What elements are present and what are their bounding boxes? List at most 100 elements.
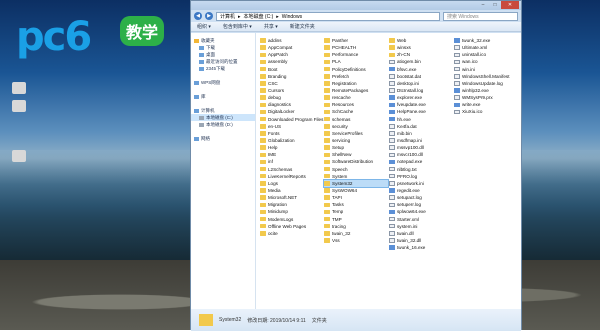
file-item[interactable]: SchCache (324, 108, 388, 115)
nav-item[interactable]: 本地磁盘 (D:) (191, 121, 255, 128)
file-item[interactable]: twain_32.dll (389, 237, 453, 244)
file-item[interactable]: msdfmap.ini (389, 137, 453, 144)
file-item[interactable]: Fonts (260, 130, 324, 137)
file-item[interactable]: uninstall.ico (454, 51, 518, 58)
forward-icon[interactable]: ▶ (205, 12, 213, 20)
nav-item[interactable]: 库 (191, 93, 255, 100)
file-item[interactable]: Downloaded Program Files (260, 116, 324, 123)
file-item[interactable]: twunk_16.exe (389, 244, 453, 251)
file-item[interactable]: security (324, 123, 388, 130)
address-bar[interactable]: 计算机 ▸ 本地磁盘 (C:) ▸ Windows (216, 11, 440, 21)
file-item[interactable]: Logs (260, 180, 324, 187)
file-item[interactable]: twain.dll (389, 230, 453, 237)
file-item[interactable]: en-US (260, 123, 324, 130)
file-item[interactable]: Microsoft.NET (260, 194, 324, 201)
file-item[interactable]: msvcr100.dll (389, 151, 453, 158)
file-item[interactable]: wan.ico (454, 58, 518, 65)
file-item[interactable]: servicing (324, 137, 388, 144)
file-item[interactable]: setupact.log (389, 194, 453, 201)
share-button[interactable]: 共享 ▾ (264, 23, 278, 30)
close-button[interactable]: ✕ (501, 1, 519, 9)
file-item[interactable]: AppPatch (260, 51, 324, 58)
desktop-icon-1[interactable] (4, 82, 34, 96)
file-item[interactable]: PFRO.log (389, 173, 453, 180)
nav-item[interactable]: 2345下载 (191, 65, 255, 72)
file-item[interactable]: Web (389, 37, 453, 44)
file-item[interactable]: Ultimate.xml (454, 44, 518, 51)
breadcrumb-windows[interactable]: Windows (282, 13, 302, 20)
nav-item[interactable]: 收藏夹 (191, 37, 255, 44)
file-item[interactable]: Cursors (260, 87, 324, 94)
back-icon[interactable]: ◀ (194, 12, 202, 20)
file-item[interactable]: ocite (260, 230, 324, 237)
file-item[interactable]: IME (260, 151, 324, 158)
file-item[interactable]: Setup (324, 144, 388, 151)
file-item[interactable]: Help (260, 144, 324, 151)
file-item[interactable]: atiogem.bin (389, 58, 453, 65)
file-item[interactable]: splwow64.exe (389, 208, 453, 215)
file-item[interactable]: Tasks (324, 201, 388, 208)
nav-item[interactable]: 本地磁盘 (C:) (191, 114, 255, 121)
nav-item[interactable]: 最近访问的位置 (191, 58, 255, 65)
file-item[interactable]: TMP (324, 216, 388, 223)
file-item[interactable]: AppCompat (260, 44, 324, 51)
file-item[interactable]: winsxs (389, 44, 453, 51)
file-item[interactable]: System32 (323, 178, 389, 188)
file-item[interactable]: WindowsUpdate.log (454, 80, 518, 87)
file-item[interactable]: XiuXiu.ico (454, 108, 518, 115)
file-item[interactable]: hh.exe (389, 116, 453, 123)
nav-item[interactable]: 桌面 (191, 51, 255, 58)
file-item[interactable]: Vss (324, 237, 388, 244)
file-item[interactable]: zh-CN (389, 51, 453, 58)
file-item[interactable]: Boot (260, 66, 324, 73)
file-item[interactable]: system.ini (389, 223, 453, 230)
nav-item[interactable]: 计算机 (191, 107, 255, 114)
file-item[interactable]: winhlp32.exe (454, 87, 518, 94)
file-item[interactable]: twunk_32.exe (454, 37, 518, 44)
file-item[interactable]: psnetwork.ini (389, 180, 453, 187)
file-item[interactable]: Speech (324, 166, 388, 173)
file-item[interactable]: rescache (324, 94, 388, 101)
file-item[interactable]: Registration (324, 80, 388, 87)
new-folder-button[interactable]: 新建文件夹 (290, 23, 315, 30)
file-item[interactable]: Minidump (260, 208, 324, 215)
file-item[interactable]: bfsvc.exe (389, 66, 453, 73)
file-item[interactable]: Resources (324, 101, 388, 108)
file-item[interactable]: Panther (324, 37, 388, 44)
file-item[interactable]: debug (260, 94, 324, 101)
file-item[interactable]: TAPI (324, 194, 388, 201)
desktop-icon-3[interactable] (4, 150, 34, 164)
file-item[interactable]: Ke4fa.dat (389, 123, 453, 130)
file-item[interactable]: System (324, 173, 388, 180)
file-item[interactable]: PolicyDefinitions (324, 66, 388, 73)
file-item[interactable]: Offline Web Pages (260, 223, 324, 230)
file-item[interactable]: addins (260, 37, 324, 44)
file-item[interactable]: WindowsShell.Manifest (454, 73, 518, 80)
file-item[interactable]: HelpPane.exe (389, 108, 453, 115)
file-item[interactable]: assembly (260, 58, 324, 65)
file-item[interactable]: setuperr.log (389, 201, 453, 208)
file-item[interactable]: write.exe (454, 101, 518, 108)
file-item[interactable]: Migration (260, 201, 324, 208)
file-item[interactable]: Performance (324, 51, 388, 58)
file-item[interactable]: bootstat.dat (389, 73, 453, 80)
file-item[interactable]: LiveKernelReports (260, 173, 324, 180)
file-item[interactable]: schemas (324, 116, 388, 123)
file-item[interactable]: L2Schemas (260, 166, 324, 173)
file-item[interactable]: regedit.exe (389, 187, 453, 194)
file-item[interactable]: win.ini (454, 66, 518, 73)
file-item[interactable]: Prefetch (324, 73, 388, 80)
file-item[interactable]: Media (260, 187, 324, 194)
nav-item[interactable]: 网络 (191, 135, 255, 142)
file-item[interactable]: ModemLogs (260, 216, 324, 223)
file-item[interactable]: Branding (260, 73, 324, 80)
file-item[interactable]: nlbtlog.txt (389, 166, 453, 173)
file-item[interactable]: DigitalLocker (260, 108, 324, 115)
breadcrumb-computer[interactable]: 计算机 (220, 13, 235, 20)
file-item[interactable]: PLA (324, 58, 388, 65)
file-item[interactable]: ShellNew (324, 151, 388, 158)
breadcrumb-drive-c[interactable]: 本地磁盘 (C:) (244, 13, 274, 20)
file-item[interactable]: diagnostics (260, 101, 324, 108)
nav-item[interactable]: WPS网盘 (191, 79, 255, 86)
search-input[interactable]: 搜索 Windows (443, 11, 518, 21)
